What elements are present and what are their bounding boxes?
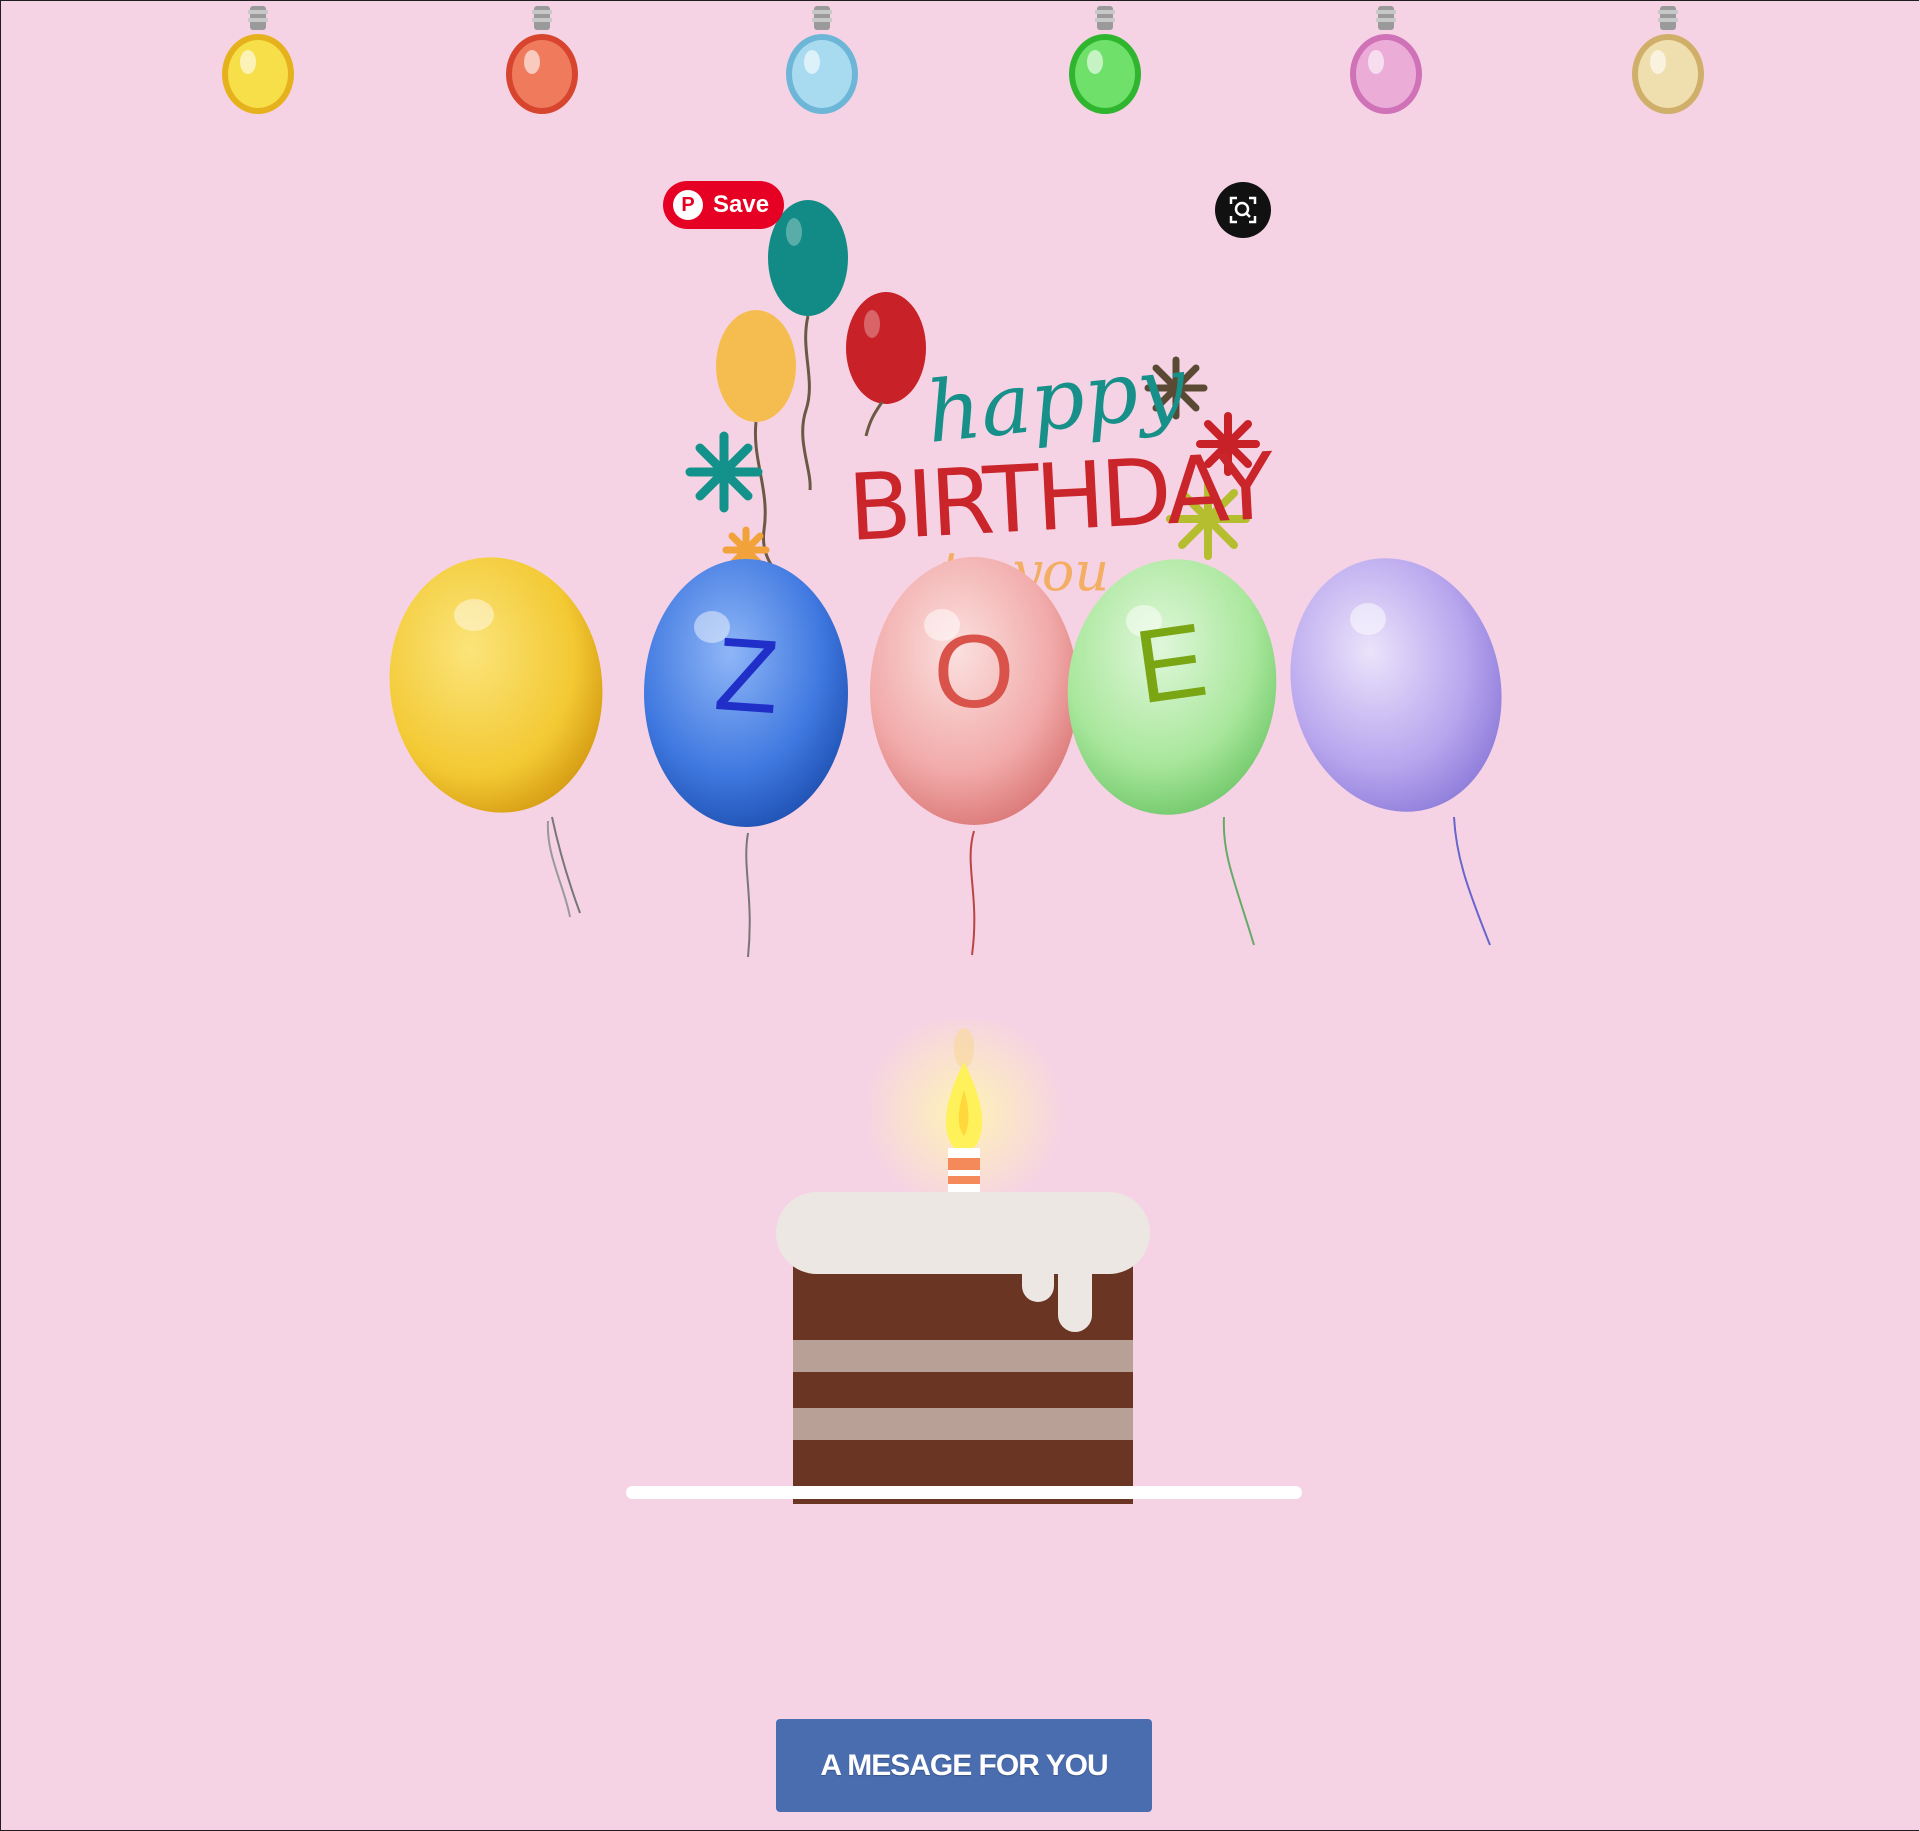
balloon-letter-text: O [933,614,1015,730]
pinterest-icon: P [673,190,703,220]
pink-bulb-icon [1350,6,1422,114]
balloon-letter-e: E [1064,555,1278,955]
light-bulbs-row [0,0,1920,120]
yellow-balloon [388,555,604,955]
purple-balloon [1290,555,1504,955]
visual-search-icon [1229,196,1257,224]
name-balloons: Z O E [380,545,1520,965]
gold-bulb-icon [1632,6,1704,114]
red-bulb-icon [506,6,578,114]
cake-plate [626,1486,1302,1499]
purple-balloon-icon [1290,558,1502,946]
save-label: Save [713,191,770,218]
balloon-letter-o: O [868,555,1080,965]
visual-search-button[interactable] [1215,182,1271,238]
orange-balloon-icon [716,310,796,422]
birthday-cake [620,1012,1320,1510]
green-bulb-icon [1069,6,1141,114]
message-for-you-button[interactable]: A MESAGE FOR YOU [776,1719,1152,1812]
balloon-letter-z: Z [642,557,852,967]
red-balloon-icon [846,292,926,404]
cake-icon [626,1012,1302,1504]
pinterest-save-button[interactable]: P Save [663,181,784,229]
balloon-letter-text: Z [711,615,783,737]
yellow-bulb-icon [222,6,294,114]
teal-asterisk-icon [685,431,763,513]
blue-bulb-icon [786,6,858,114]
yellow-balloon-icon [389,557,603,918]
